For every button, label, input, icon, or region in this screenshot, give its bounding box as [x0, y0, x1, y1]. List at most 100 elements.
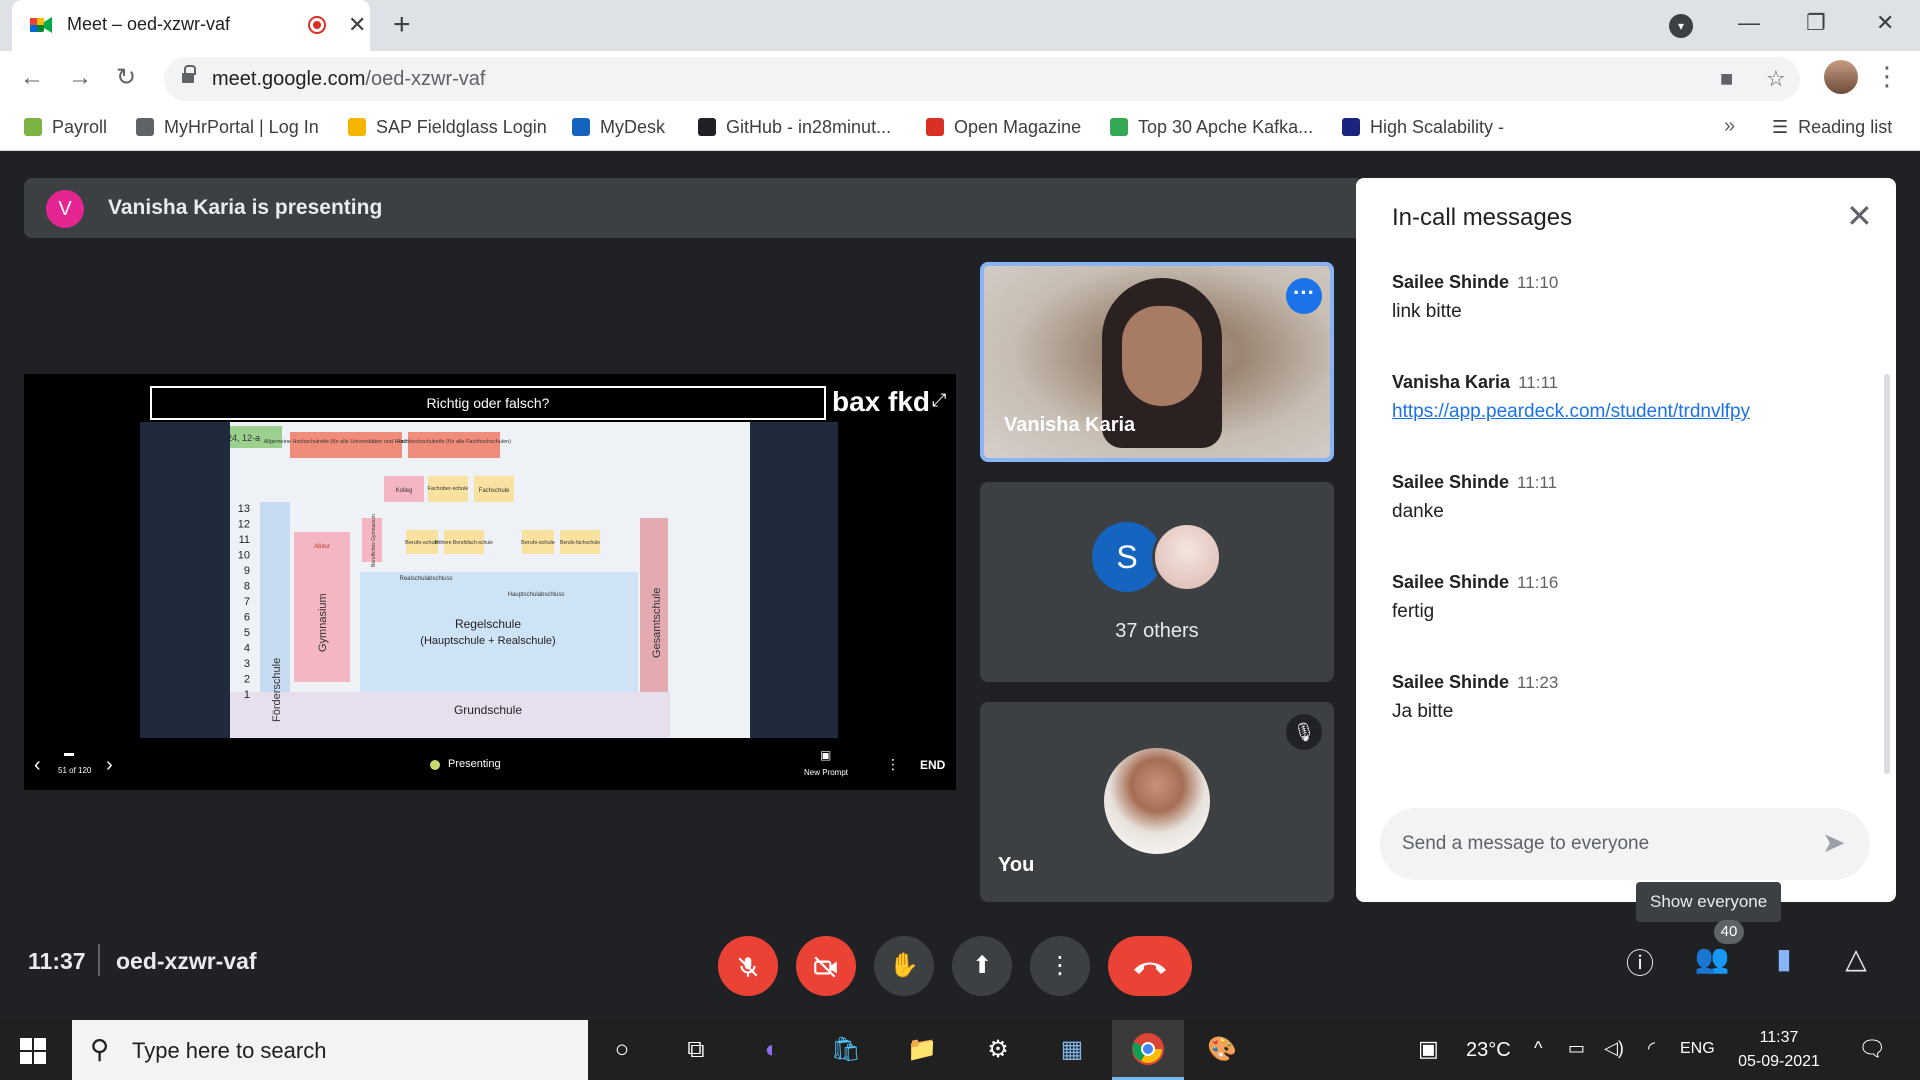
bookmark-item[interactable]: MyDesk [572, 117, 665, 138]
minimize-icon[interactable]: — [1738, 8, 1760, 38]
grade-number: 4 [244, 643, 250, 655]
message-time: 11:11 [1517, 473, 1558, 492]
grade-number: 1 [244, 689, 250, 701]
taskbar-clock[interactable]: 11:37 05-09-2021 [1734, 1026, 1824, 1074]
send-icon[interactable]: ➤ [1822, 828, 1845, 858]
store-icon[interactable]: 🛍 [828, 1032, 864, 1068]
bookmark-item[interactable]: Top 30 Apche Kafka... [1110, 117, 1313, 138]
temperature[interactable]: 23°C [1466, 1039, 1511, 1062]
next-slide-icon[interactable]: › [106, 754, 113, 777]
presenter-tile[interactable]: Vanisha Karia ··· [980, 262, 1334, 462]
taskbar-search[interactable]: ⚲ Type here to search [72, 1020, 588, 1080]
notifications-icon[interactable]: 🗨 [1858, 1036, 1886, 1062]
prev-slide-icon[interactable]: ‹ [34, 754, 41, 777]
browser-toolbar: ← → ↻ meet.google.com/oed-xzwr-vaf ■ ☆ ⋮ [0, 51, 1920, 107]
chrome-menu-icon[interactable]: ⋮ [1874, 61, 1900, 91]
raise-hand-button[interactable]: ✋ [874, 936, 934, 996]
settings-icon[interactable]: ⚙ [980, 1032, 1016, 1068]
battery-icon[interactable]: ▭ [1568, 1038, 1585, 1059]
chat-scrollbar[interactable] [1884, 374, 1890, 774]
bookmark-item[interactable]: Payroll [24, 117, 107, 138]
meeting-details-icon[interactable]: ⓘ [1620, 942, 1660, 982]
message-text: link bitte [1392, 301, 1462, 322]
foerderschule-label: Förderschule [271, 658, 283, 722]
tab-close-icon[interactable]: ✕ [348, 12, 366, 38]
message-sender: Sailee Shinde [1392, 572, 1510, 592]
tile-more-options-icon[interactable]: ··· [1286, 278, 1322, 314]
show-everyone-tooltip: Show everyone [1636, 882, 1782, 922]
task-view-icon[interactable]: ⧉ [678, 1032, 714, 1068]
wifi-icon[interactable]: ◜ [1648, 1038, 1655, 1059]
bookmark-item[interactable]: SAP Fieldglass Login [348, 117, 547, 138]
tab-title: Meet – oed-xzwr-vaf [67, 14, 231, 34]
browser-tab[interactable]: Meet – oed-xzwr-vaf ✕ [12, 0, 370, 51]
people-icon[interactable]: 👥 [1692, 942, 1732, 975]
more-options-button[interactable]: ⋮ [1030, 936, 1090, 996]
window-close-icon[interactable]: ✕ [1876, 8, 1894, 38]
language-indicator[interactable]: ENG [1680, 1040, 1715, 1058]
chat-message: Vanisha Karia 11:11 https://app.peardeck.… [1392, 372, 1852, 423]
bookmark-item[interactable]: Open Magazine [926, 117, 1081, 138]
new-tab-button[interactable]: + [393, 8, 411, 42]
gesamtschule-label: Gesamtschule [651, 588, 663, 658]
bookmark-label: MyDesk [600, 117, 666, 137]
close-chat-icon[interactable]: ✕ [1846, 200, 1873, 232]
others-tile[interactable]: S 37 others [980, 482, 1334, 682]
windows-start-icon[interactable] [20, 1038, 46, 1064]
volume-icon[interactable]: ◁) [1604, 1038, 1624, 1059]
new-prompt-icon[interactable]: ▣ [820, 748, 831, 762]
forward-icon[interactable]: → [68, 61, 92, 95]
low-box-2: Höhere Berufsfach-schule [435, 540, 493, 546]
expand-icon[interactable]: ⤢ [932, 390, 946, 411]
leave-call-button[interactable] [1108, 936, 1192, 996]
address-bar[interactable]: meet.google.com/oed-xzwr-vaf ■ ☆ [164, 57, 1800, 101]
weather-icon[interactable]: ▣ [1418, 1036, 1439, 1062]
recording-icon [308, 16, 326, 34]
bookmark-item[interactable]: High Scalability - [1342, 117, 1504, 138]
bookmark-icon [926, 118, 944, 136]
tray-chevron-icon[interactable]: ^ [1534, 1038, 1542, 1059]
file-explorer-icon[interactable]: 📁 [904, 1032, 940, 1068]
chat-message-input[interactable] [1380, 808, 1870, 880]
bookmarks-overflow-icon[interactable]: » [1724, 115, 1735, 138]
tab-search-icon[interactable]: ▾ [1669, 14, 1693, 38]
chat-message: Sailee Shinde 11:23 Ja bitte [1392, 672, 1852, 723]
bookmark-item[interactable]: MyHrPortal | Log In [136, 117, 319, 138]
search-placeholder: Type here to search [132, 1038, 327, 1063]
message-link[interactable]: https://app.peardeck.com/student/trdnvlf… [1392, 401, 1852, 423]
camera-off-button[interactable] [796, 936, 856, 996]
reload-icon[interactable]: ↻ [116, 61, 136, 95]
grade-number: 11 [239, 534, 250, 546]
slides-icon[interactable]: ▬ [64, 748, 74, 759]
slide-more-icon[interactable]: ⋮ [886, 756, 900, 773]
remote-desktop-icon[interactable]: ▦ [1054, 1032, 1090, 1068]
camera-off-icon [814, 956, 837, 978]
presentation-stage[interactable]: Richtig oder falsch? bax fkd ⤢ Kursbuch … [24, 374, 956, 790]
cortana-icon[interactable]: ○ [604, 1032, 640, 1068]
chat-icon[interactable]: ▮ [1764, 942, 1804, 975]
back-icon[interactable]: ← [20, 61, 44, 95]
activities-icon[interactable]: △ [1836, 942, 1876, 975]
school-system-diagram: Kursbuch S.24, 12-a Allgemeine Hochschul… [230, 422, 750, 738]
bookmark-star-icon[interactable]: ☆ [1766, 66, 1786, 92]
grade-number: 2 [244, 674, 250, 686]
chrome-taskbar-item[interactable] [1112, 1020, 1184, 1080]
slide-question: Richtig oder falsch? [150, 386, 826, 420]
present-now-button[interactable]: ⬆ [952, 936, 1012, 996]
eclipse-icon[interactable]: ◐ [754, 1032, 790, 1068]
bookmark-icon [24, 118, 42, 136]
profile-avatar[interactable] [1824, 60, 1858, 94]
bookmark-item[interactable]: GitHub - in28minut... [698, 117, 891, 138]
bookmarks-bar: Payroll MyHrPortal | Log In SAP Fieldglass… [0, 107, 1920, 151]
slide-margin-left [140, 422, 230, 738]
page-indicator: 51 of 120 [58, 766, 92, 775]
restore-icon[interactable]: ❐ [1806, 8, 1826, 38]
end-button[interactable]: END [920, 758, 945, 772]
microphone-off-button[interactable] [718, 936, 778, 996]
reading-list-button[interactable]: ☰ Reading list [1772, 117, 1892, 138]
camera-icon[interactable]: ■ [1720, 66, 1733, 92]
paint-icon[interactable]: 🎨 [1204, 1032, 1240, 1068]
chrome-icon [1132, 1033, 1164, 1065]
self-tile[interactable]: You 🎙 [980, 702, 1334, 902]
presenter-avatar: V [46, 190, 84, 228]
